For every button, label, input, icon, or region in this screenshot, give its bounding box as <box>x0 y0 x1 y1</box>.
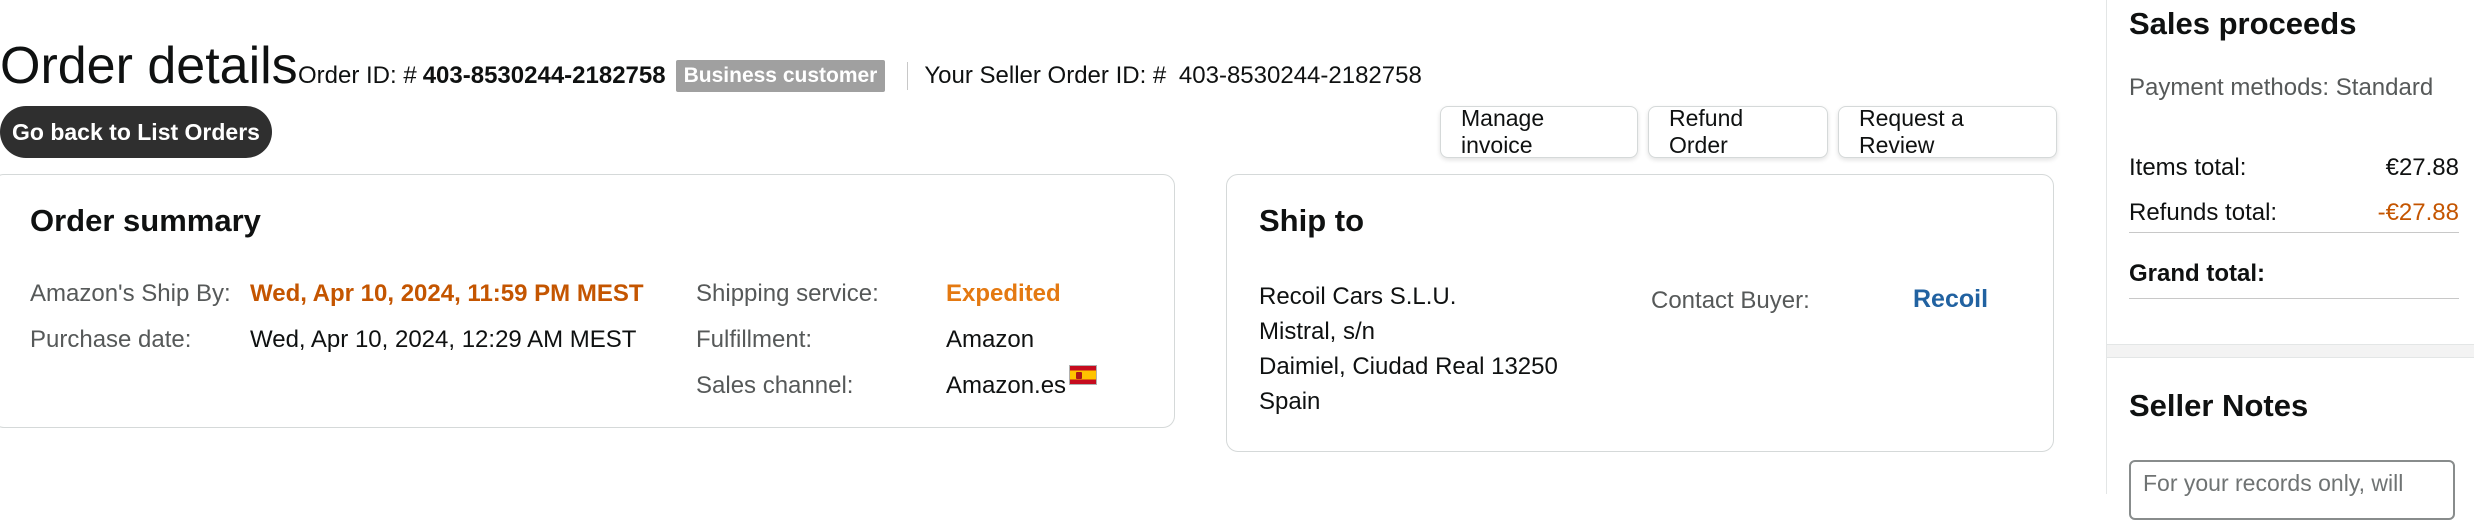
refund-order-button[interactable]: Refund Order <box>1648 105 1828 158</box>
contact-buyer-label: Contact Buyer: <box>1651 287 1810 314</box>
ship-by-value: Wed, Apr 10, 2024, 11:59 PM MEST <box>250 280 644 307</box>
shipping-service-label: Shipping service: <box>696 280 879 307</box>
order-actions: Manage invoice Refund Order Request a Re… <box>1440 105 2057 158</box>
order-summary-card: Order summary Amazon's Ship By: Wed, Apr… <box>0 174 1175 428</box>
fulfillment-value: Amazon <box>946 326 1035 353</box>
grand-total-label: Grand total: <box>2129 260 2265 287</box>
seller-order-id: Your Seller Order ID: # 403-8530244-2182… <box>924 60 1421 92</box>
address-line: Recoil Cars S.L.U. <box>1259 283 1457 310</box>
payment-methods: Payment methods: Standard <box>2129 74 2434 101</box>
sales-proceeds-title: Sales proceeds <box>2129 6 2357 41</box>
address-line: Daimiel, Ciudad Real 13250 <box>1259 353 1558 380</box>
shipping-service-value: Expedited <box>946 280 1061 307</box>
spain-flag-icon <box>1069 365 1097 385</box>
order-summary-title: Order summary <box>30 203 261 238</box>
section-separator <box>2107 344 2474 358</box>
totals-divider <box>2129 232 2459 233</box>
business-customer-badge: Business customer <box>675 60 886 92</box>
request-review-button[interactable]: Request a Review <box>1838 105 2057 158</box>
header-divider <box>907 62 909 90</box>
address-line: Mistral, s/n <box>1259 318 1376 345</box>
contact-buyer-link[interactable]: Recoil <box>1913 285 1988 314</box>
ship-to-card: Ship to Recoil Cars S.L.U. Mistral, s/n … <box>1226 174 2054 452</box>
address-line: Spain <box>1259 388 1321 415</box>
manage-invoice-button[interactable]: Manage invoice <box>1440 105 1638 158</box>
go-back-button[interactable]: Go back to List Orders <box>0 106 272 158</box>
order-id-line: Order ID: # 403-8530244-2182758 Business… <box>298 60 1422 92</box>
order-id-label: Order ID: # <box>298 62 417 89</box>
items-total-label: Items total: <box>2129 154 2247 181</box>
items-total-row: Items total: €27.88 <box>2129 154 2459 182</box>
items-total-value: €27.88 <box>2385 154 2459 181</box>
seller-notes-input[interactable] <box>2129 460 2455 520</box>
grand-total-row: Grand total: <box>2129 260 2459 288</box>
page-title: Order details <box>0 37 298 95</box>
refunds-total-value: -€27.88 <box>2377 199 2459 226</box>
fulfillment-label: Fulfillment: <box>696 326 813 353</box>
grand-total-divider <box>2129 298 2459 299</box>
order-id-value: 403-8530244-2182758 <box>422 62 666 89</box>
seller-order-id-value: 403-8530244-2182758 <box>1178 62 1422 89</box>
ship-by-label: Amazon's Ship By: <box>30 280 231 307</box>
sales-proceeds-sidebar: Sales proceeds Payment methods: Standard… <box>2106 0 2474 520</box>
refunds-total-row: Refunds total: -€27.88 <box>2129 199 2459 227</box>
sales-channel-label: Sales channel: <box>696 372 854 399</box>
purchase-date-label: Purchase date: <box>30 326 192 353</box>
refunds-total-label: Refunds total: <box>2129 199 2278 226</box>
ship-to-title: Ship to <box>1259 203 1365 238</box>
sales-channel-value: Amazon.es <box>946 372 1067 399</box>
seller-notes-title: Seller Notes <box>2129 388 2309 423</box>
purchase-date-value: Wed, Apr 10, 2024, 12:29 AM MEST <box>250 326 637 353</box>
seller-order-id-label: Your Seller Order ID: # <box>924 62 1167 89</box>
shipping-address: Recoil Cars S.L.U. Mistral, s/n Daimiel,… <box>1259 279 1558 419</box>
